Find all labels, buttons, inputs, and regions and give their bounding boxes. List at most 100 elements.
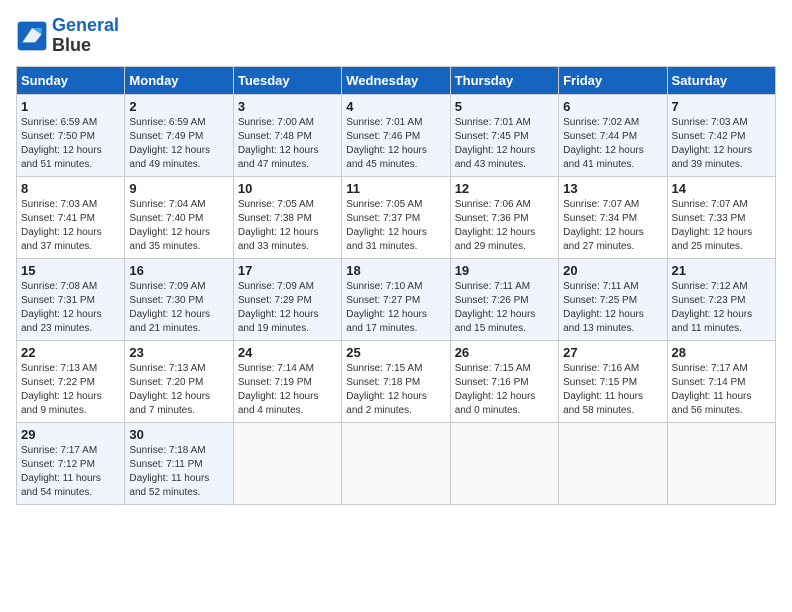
day-number: 28 bbox=[672, 345, 771, 360]
day-info: Sunrise: 7:02 AMSunset: 7:44 PMDaylight:… bbox=[563, 116, 662, 172]
weekday-header-friday: Friday bbox=[559, 66, 667, 94]
day-cell-26: 26 Sunrise: 7:15 AMSunset: 7:16 PMDaylig… bbox=[450, 340, 558, 422]
day-number: 6 bbox=[563, 99, 662, 114]
logo: GeneralBlue bbox=[16, 16, 119, 56]
calendar-table: SundayMondayTuesdayWednesdayThursdayFrid… bbox=[16, 66, 776, 505]
day-number: 14 bbox=[672, 181, 771, 196]
day-cell-5: 5 Sunrise: 7:01 AMSunset: 7:45 PMDayligh… bbox=[450, 94, 558, 176]
weekday-header-thursday: Thursday bbox=[450, 66, 558, 94]
day-info: Sunrise: 7:13 AMSunset: 7:20 PMDaylight:… bbox=[129, 362, 228, 418]
weekday-header-saturday: Saturday bbox=[667, 66, 775, 94]
header: GeneralBlue bbox=[16, 16, 776, 56]
day-cell-10: 10 Sunrise: 7:05 AMSunset: 7:38 PMDaylig… bbox=[233, 176, 341, 258]
day-info: Sunrise: 7:01 AMSunset: 7:45 PMDaylight:… bbox=[455, 116, 554, 172]
day-info: Sunrise: 7:09 AMSunset: 7:30 PMDaylight:… bbox=[129, 280, 228, 336]
day-cell-7: 7 Sunrise: 7:03 AMSunset: 7:42 PMDayligh… bbox=[667, 94, 775, 176]
day-info: Sunrise: 7:17 AMSunset: 7:14 PMDaylight:… bbox=[672, 362, 771, 418]
day-number: 23 bbox=[129, 345, 228, 360]
day-cell-30: 30 Sunrise: 7:18 AMSunset: 7:11 PMDaylig… bbox=[125, 422, 233, 504]
day-info: Sunrise: 7:15 AMSunset: 7:16 PMDaylight:… bbox=[455, 362, 554, 418]
empty-cell bbox=[342, 422, 450, 504]
day-cell-11: 11 Sunrise: 7:05 AMSunset: 7:37 PMDaylig… bbox=[342, 176, 450, 258]
day-number: 25 bbox=[346, 345, 445, 360]
empty-cell bbox=[233, 422, 341, 504]
day-cell-12: 12 Sunrise: 7:06 AMSunset: 7:36 PMDaylig… bbox=[450, 176, 558, 258]
empty-cell bbox=[559, 422, 667, 504]
day-info: Sunrise: 7:05 AMSunset: 7:37 PMDaylight:… bbox=[346, 198, 445, 254]
day-number: 10 bbox=[238, 181, 337, 196]
day-number: 12 bbox=[455, 181, 554, 196]
day-number: 4 bbox=[346, 99, 445, 114]
day-cell-23: 23 Sunrise: 7:13 AMSunset: 7:20 PMDaylig… bbox=[125, 340, 233, 422]
day-number: 7 bbox=[672, 99, 771, 114]
weekday-header-monday: Monday bbox=[125, 66, 233, 94]
day-number: 5 bbox=[455, 99, 554, 114]
day-cell-20: 20 Sunrise: 7:11 AMSunset: 7:25 PMDaylig… bbox=[559, 258, 667, 340]
weekday-header-wednesday: Wednesday bbox=[342, 66, 450, 94]
day-info: Sunrise: 7:11 AMSunset: 7:26 PMDaylight:… bbox=[455, 280, 554, 336]
day-cell-22: 22 Sunrise: 7:13 AMSunset: 7:22 PMDaylig… bbox=[17, 340, 125, 422]
day-number: 29 bbox=[21, 427, 120, 442]
day-cell-17: 17 Sunrise: 7:09 AMSunset: 7:29 PMDaylig… bbox=[233, 258, 341, 340]
logo-icon bbox=[16, 20, 48, 52]
day-cell-29: 29 Sunrise: 7:17 AMSunset: 7:12 PMDaylig… bbox=[17, 422, 125, 504]
day-cell-18: 18 Sunrise: 7:10 AMSunset: 7:27 PMDaylig… bbox=[342, 258, 450, 340]
day-number: 20 bbox=[563, 263, 662, 278]
day-info: Sunrise: 7:18 AMSunset: 7:11 PMDaylight:… bbox=[129, 444, 228, 500]
day-info: Sunrise: 7:06 AMSunset: 7:36 PMDaylight:… bbox=[455, 198, 554, 254]
day-number: 2 bbox=[129, 99, 228, 114]
day-info: Sunrise: 7:17 AMSunset: 7:12 PMDaylight:… bbox=[21, 444, 120, 500]
day-number: 22 bbox=[21, 345, 120, 360]
day-info: Sunrise: 7:11 AMSunset: 7:25 PMDaylight:… bbox=[563, 280, 662, 336]
day-cell-8: 8 Sunrise: 7:03 AMSunset: 7:41 PMDayligh… bbox=[17, 176, 125, 258]
day-info: Sunrise: 7:07 AMSunset: 7:33 PMDaylight:… bbox=[672, 198, 771, 254]
day-number: 26 bbox=[455, 345, 554, 360]
day-cell-19: 19 Sunrise: 7:11 AMSunset: 7:26 PMDaylig… bbox=[450, 258, 558, 340]
day-number: 3 bbox=[238, 99, 337, 114]
day-cell-28: 28 Sunrise: 7:17 AMSunset: 7:14 PMDaylig… bbox=[667, 340, 775, 422]
day-number: 17 bbox=[238, 263, 337, 278]
day-cell-14: 14 Sunrise: 7:07 AMSunset: 7:33 PMDaylig… bbox=[667, 176, 775, 258]
day-info: Sunrise: 7:10 AMSunset: 7:27 PMDaylight:… bbox=[346, 280, 445, 336]
empty-cell bbox=[667, 422, 775, 504]
day-cell-27: 27 Sunrise: 7:16 AMSunset: 7:15 PMDaylig… bbox=[559, 340, 667, 422]
day-cell-6: 6 Sunrise: 7:02 AMSunset: 7:44 PMDayligh… bbox=[559, 94, 667, 176]
day-number: 27 bbox=[563, 345, 662, 360]
day-cell-16: 16 Sunrise: 7:09 AMSunset: 7:30 PMDaylig… bbox=[125, 258, 233, 340]
day-number: 13 bbox=[563, 181, 662, 196]
day-info: Sunrise: 7:04 AMSunset: 7:40 PMDaylight:… bbox=[129, 198, 228, 254]
day-info: Sunrise: 7:14 AMSunset: 7:19 PMDaylight:… bbox=[238, 362, 337, 418]
day-info: Sunrise: 7:08 AMSunset: 7:31 PMDaylight:… bbox=[21, 280, 120, 336]
day-number: 15 bbox=[21, 263, 120, 278]
day-info: Sunrise: 7:00 AMSunset: 7:48 PMDaylight:… bbox=[238, 116, 337, 172]
day-number: 19 bbox=[455, 263, 554, 278]
logo-text: GeneralBlue bbox=[52, 16, 119, 56]
day-number: 1 bbox=[21, 99, 120, 114]
day-cell-4: 4 Sunrise: 7:01 AMSunset: 7:46 PMDayligh… bbox=[342, 94, 450, 176]
day-cell-2: 2 Sunrise: 6:59 AMSunset: 7:49 PMDayligh… bbox=[125, 94, 233, 176]
day-info: Sunrise: 7:05 AMSunset: 7:38 PMDaylight:… bbox=[238, 198, 337, 254]
day-cell-25: 25 Sunrise: 7:15 AMSunset: 7:18 PMDaylig… bbox=[342, 340, 450, 422]
day-cell-24: 24 Sunrise: 7:14 AMSunset: 7:19 PMDaylig… bbox=[233, 340, 341, 422]
day-cell-21: 21 Sunrise: 7:12 AMSunset: 7:23 PMDaylig… bbox=[667, 258, 775, 340]
day-number: 30 bbox=[129, 427, 228, 442]
weekday-header-sunday: Sunday bbox=[17, 66, 125, 94]
day-info: Sunrise: 7:07 AMSunset: 7:34 PMDaylight:… bbox=[563, 198, 662, 254]
weekday-header-tuesday: Tuesday bbox=[233, 66, 341, 94]
day-cell-15: 15 Sunrise: 7:08 AMSunset: 7:31 PMDaylig… bbox=[17, 258, 125, 340]
day-info: Sunrise: 7:03 AMSunset: 7:42 PMDaylight:… bbox=[672, 116, 771, 172]
day-info: Sunrise: 7:15 AMSunset: 7:18 PMDaylight:… bbox=[346, 362, 445, 418]
day-number: 9 bbox=[129, 181, 228, 196]
day-info: Sunrise: 7:01 AMSunset: 7:46 PMDaylight:… bbox=[346, 116, 445, 172]
empty-cell bbox=[450, 422, 558, 504]
day-number: 21 bbox=[672, 263, 771, 278]
day-number: 18 bbox=[346, 263, 445, 278]
day-info: Sunrise: 6:59 AMSunset: 7:49 PMDaylight:… bbox=[129, 116, 228, 172]
day-cell-1: 1 Sunrise: 6:59 AMSunset: 7:50 PMDayligh… bbox=[17, 94, 125, 176]
day-cell-9: 9 Sunrise: 7:04 AMSunset: 7:40 PMDayligh… bbox=[125, 176, 233, 258]
day-cell-3: 3 Sunrise: 7:00 AMSunset: 7:48 PMDayligh… bbox=[233, 94, 341, 176]
day-info: Sunrise: 7:09 AMSunset: 7:29 PMDaylight:… bbox=[238, 280, 337, 336]
day-info: Sunrise: 7:03 AMSunset: 7:41 PMDaylight:… bbox=[21, 198, 120, 254]
day-info: Sunrise: 7:13 AMSunset: 7:22 PMDaylight:… bbox=[21, 362, 120, 418]
day-cell-13: 13 Sunrise: 7:07 AMSunset: 7:34 PMDaylig… bbox=[559, 176, 667, 258]
